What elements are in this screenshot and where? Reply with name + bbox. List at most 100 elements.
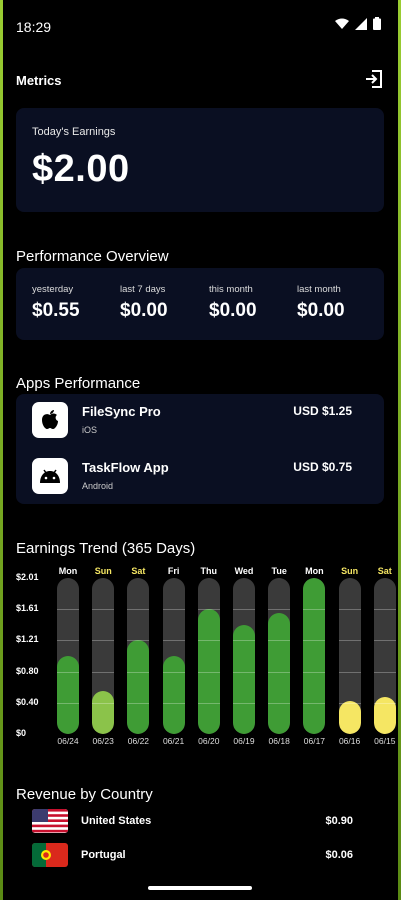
y-tick-label: $0 — [16, 728, 27, 738]
grid-line — [57, 671, 79, 673]
bar-date-label: 06/19 — [233, 736, 255, 746]
app-platform: Android — [82, 481, 114, 491]
bar-day-label: Sun — [94, 566, 112, 576]
grid-line — [303, 609, 326, 611]
logout-icon — [366, 70, 382, 88]
grid-line — [233, 609, 255, 611]
app-name: TaskFlow App — [82, 460, 169, 475]
grid-line — [338, 671, 361, 673]
bar — [303, 578, 326, 734]
bar-column[interactable]: Thu 06/20 — [197, 562, 220, 752]
grid-line — [373, 671, 396, 673]
bar-track — [303, 578, 326, 734]
app-platform: iOS — [82, 425, 98, 435]
bar-day-label: Fri — [167, 566, 180, 576]
country-row-united-states[interactable]: United States $0.90 — [32, 809, 369, 837]
portugal-flag-icon — [32, 843, 68, 867]
y-tick-label: $0.80 — [16, 665, 39, 676]
bar-column[interactable]: Mon 06/17 — [303, 562, 326, 752]
grid-line — [233, 640, 255, 642]
performance-overview-title: Performance Overview — [16, 248, 169, 265]
grid-line — [303, 702, 326, 704]
bar-track — [197, 578, 220, 734]
country-name: Portugal — [81, 849, 126, 861]
grid-line — [127, 609, 150, 611]
page-title: Metrics — [16, 73, 62, 88]
logout-button[interactable] — [363, 68, 385, 90]
grid-line — [338, 702, 361, 704]
bar-track — [233, 578, 255, 734]
grid-line — [162, 671, 185, 673]
perf-label: yesterday — [32, 284, 74, 295]
bar-column[interactable]: Sun 06/23 — [92, 562, 115, 752]
battery-icon — [373, 17, 381, 30]
bar-date-label: 06/18 — [268, 736, 290, 746]
country-name: United States — [81, 815, 152, 827]
bar-track — [92, 578, 115, 734]
grid-line — [373, 702, 396, 704]
apps-performance-card: FileSync Pro iOS USD $1.25 TaskFlow App … — [16, 394, 384, 504]
bar-day-label: Mon — [58, 566, 78, 576]
bar — [127, 640, 150, 734]
country-row-portugal[interactable]: Portugal $0.06 — [32, 843, 369, 871]
bar-date-label: 06/22 — [127, 736, 150, 746]
grid-line — [92, 702, 115, 704]
grid-line — [233, 671, 255, 673]
bar-date-label: 06/16 — [338, 736, 361, 746]
grid-line — [162, 609, 185, 611]
todays-earnings-label: Today's Earnings — [32, 126, 116, 138]
grid-line — [268, 609, 291, 611]
wifi-icon — [335, 18, 349, 29]
bar-date-label: 06/23 — [92, 736, 114, 746]
bar-column[interactable]: Sun 06/16 — [338, 562, 361, 752]
revenue-by-country-title: Revenue by Country — [16, 786, 153, 803]
grid-line — [338, 640, 361, 642]
app-amount: USD $1.25 — [293, 404, 352, 418]
bar-day-label: Mon — [305, 566, 324, 576]
bar-column[interactable]: Fri 06/21 — [162, 562, 185, 752]
perf-label: this month — [209, 284, 253, 295]
bar-column[interactable]: Mon 06/24 — [57, 562, 79, 752]
us-flag-icon — [32, 809, 68, 833]
grid-line — [233, 702, 255, 704]
bar-column[interactable]: Wed 06/19 — [233, 562, 255, 752]
bar-column[interactable]: Sat 06/15 — [373, 562, 396, 752]
grid-line — [303, 640, 326, 642]
bar-date-label: 06/15 — [374, 736, 396, 746]
status-time: 18:29 — [16, 19, 52, 35]
grid-line — [92, 640, 115, 642]
earnings-trend-title: Earnings Trend (365 Days) — [16, 540, 196, 557]
bar — [57, 656, 79, 734]
grid-line — [162, 640, 185, 642]
grid-line — [127, 640, 150, 642]
grid-line — [303, 671, 326, 673]
bar-column[interactable]: Sat 06/22 — [127, 562, 150, 752]
app-row-taskflow[interactable]: TaskFlow App Android USD $0.75 — [32, 458, 368, 498]
bar — [338, 701, 361, 734]
grid-line — [162, 702, 185, 704]
frame-edge — [0, 0, 3, 900]
apple-icon — [32, 402, 68, 438]
grid-line — [268, 671, 291, 673]
bar-track — [57, 578, 79, 734]
home-indicator[interactable] — [148, 886, 252, 890]
android-icon — [32, 458, 68, 494]
bar-date-label: 06/17 — [303, 736, 326, 746]
grid-line — [197, 609, 220, 611]
bar-track — [373, 578, 396, 734]
perf-value: $0.00 — [120, 300, 168, 321]
bar — [268, 612, 291, 734]
bar-date-label: 06/21 — [162, 736, 185, 746]
grid-line — [57, 609, 79, 611]
bar-track — [338, 578, 361, 734]
bar-column[interactable]: Tue 06/18 — [268, 562, 291, 752]
bar-day-label: Wed — [234, 566, 254, 576]
grid-line — [268, 702, 291, 704]
status-bar: 18:29 — [0, 0, 401, 50]
top-bar: Metrics — [16, 68, 385, 94]
bar — [92, 691, 115, 734]
signal-icon — [355, 17, 367, 30]
app-row-filesync[interactable]: FileSync Pro iOS USD $1.25 — [32, 402, 368, 442]
bar-day-label: Tue — [271, 566, 287, 576]
perf-value: $0.00 — [297, 300, 345, 321]
